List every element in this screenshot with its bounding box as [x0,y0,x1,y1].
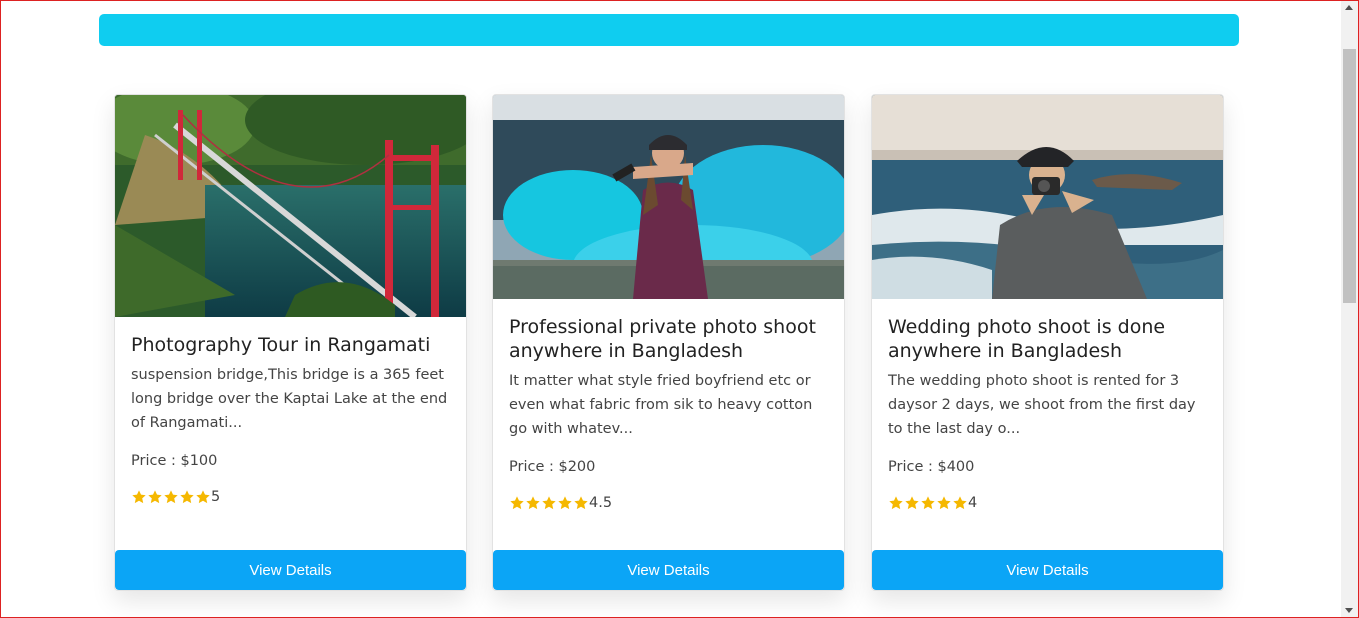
star-icon [558,496,572,510]
card-image-smoke [493,95,844,299]
star-icon [921,496,935,510]
bridge-image [115,95,466,317]
card-description: It matter what style fried boyfriend etc… [509,373,813,437]
star-rating [888,495,968,511]
star-icon [937,496,951,510]
card-price: Price : $100 [131,453,218,469]
star-icon [196,490,210,504]
card-price: Price : $200 [509,459,596,475]
view-details-button[interactable]: View Details [115,550,466,590]
card-rating: 4 [888,495,1207,511]
star-icon [574,496,588,510]
star-icon [164,490,178,504]
rating-value: 4 [968,495,978,511]
top-banner [99,14,1239,46]
star-icon [148,490,162,504]
scroll-up-icon[interactable] [1345,5,1353,10]
star-rating [509,495,589,511]
card-rating: 4.5 [509,495,828,511]
card-price: Price : $400 [888,459,975,475]
star-icon [180,490,194,504]
card-image-photographer [872,95,1223,299]
star-icon [132,490,146,504]
card-title: Wedding photo shoot is done anywhere in … [888,316,1166,362]
star-icon [889,496,903,510]
scroll-down-icon[interactable] [1345,608,1353,613]
card-image-bridge [115,95,466,317]
star-icon [542,496,556,510]
card-description: The wedding photo shoot is rented for 3 … [888,373,1196,437]
star-icon [526,496,540,510]
view-details-button[interactable]: View Details [872,550,1223,590]
star-rating [131,489,211,505]
rating-value: 4.5 [589,495,613,511]
tour-card: Professional private photo shoot anywher… [492,94,845,591]
vertical-scrollbar[interactable] [1341,1,1358,617]
tour-card: Wedding photo shoot is done anywhere in … [871,94,1224,591]
star-icon [953,496,967,510]
rating-value: 5 [211,489,221,505]
star-icon [510,496,524,510]
card-description: suspension bridge,This bridge is a 365 f… [131,367,448,431]
photographer-image [872,95,1223,299]
card-rating: 5 [131,489,450,505]
star-icon [905,496,919,510]
card-title: Photography Tour in Rangamati [131,334,431,356]
card-title: Professional private photo shoot anywher… [509,316,816,362]
smoke-image [493,95,844,299]
view-details-button[interactable]: View Details [493,550,844,590]
tour-card: Photography Tour in Rangamati suspension… [114,94,467,591]
scrollbar-thumb[interactable] [1343,49,1356,303]
